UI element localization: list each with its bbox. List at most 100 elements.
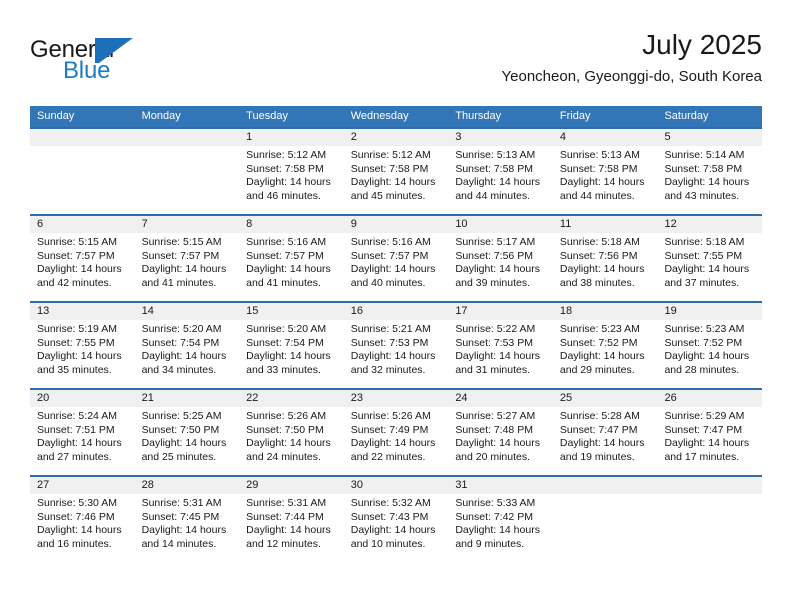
- day-cell[interactable]: 7 Sunrise: 5:15 AM Sunset: 7:57 PM Dayli…: [134, 216, 240, 301]
- sunrise-text: Sunrise: 5:32 AM: [350, 497, 431, 509]
- day-cell[interactable]: [657, 477, 763, 562]
- day-number: 13: [30, 303, 135, 320]
- daylight-text: Daylight: 14 hours and 34 minutes.: [141, 350, 227, 376]
- day-details: Sunrise: 5:15 AM Sunset: 7:57 PM Dayligh…: [30, 233, 135, 290]
- day-cell[interactable]: 21 Sunrise: 5:25 AM Sunset: 7:50 PM Dayl…: [134, 390, 240, 475]
- sunset-text: Sunset: 7:47 PM: [559, 423, 638, 436]
- day-cell[interactable]: 20 Sunrise: 5:24 AM Sunset: 7:51 PM Dayl…: [30, 390, 135, 475]
- sunset-text: Sunset: 7:54 PM: [246, 336, 324, 349]
- day-details: Sunrise: 5:31 AM Sunset: 7:45 PM Dayligh…: [135, 494, 240, 551]
- day-cell[interactable]: 2 Sunrise: 5:12 AM Sunset: 7:58 PM Dayli…: [343, 129, 449, 214]
- day-number: 17: [448, 303, 553, 320]
- daylight-text: Daylight: 14 hours and 19 minutes.: [559, 437, 645, 463]
- day-details: Sunrise: 5:33 AM Sunset: 7:42 PM Dayligh…: [448, 494, 553, 551]
- day-details: Sunrise: 5:16 AM Sunset: 7:57 PM Dayligh…: [344, 233, 449, 290]
- week-row: 13 Sunrise: 5:19 AM Sunset: 7:55 PM Dayl…: [30, 301, 763, 388]
- sunrise-text: Sunrise: 5:12 AM: [246, 149, 327, 161]
- daylight-text: Daylight: 14 hours and 29 minutes.: [559, 350, 645, 376]
- brand-logo[interactable]: General Blue: [30, 36, 210, 92]
- sunset-text: Sunset: 7:58 PM: [350, 162, 429, 175]
- day-cell[interactable]: 31 Sunrise: 5:33 AM Sunset: 7:42 PM Dayl…: [448, 477, 553, 562]
- daylight-text: Daylight: 14 hours and 39 minutes.: [455, 263, 540, 289]
- day-cell[interactable]: 18 Sunrise: 5:23 AM Sunset: 7:52 PM Dayl…: [552, 303, 658, 388]
- day-cell[interactable]: 16 Sunrise: 5:21 AM Sunset: 7:53 PM Dayl…: [343, 303, 449, 388]
- day-cell[interactable]: 9 Sunrise: 5:16 AM Sunset: 7:57 PM Dayli…: [343, 216, 449, 301]
- day-details: Sunrise: 5:25 AM Sunset: 7:50 PM Dayligh…: [135, 407, 240, 464]
- weekday-header-row: Sunday Monday Tuesday Wednesday Thursday…: [30, 106, 762, 127]
- day-cell[interactable]: 26 Sunrise: 5:29 AM Sunset: 7:47 PM Dayl…: [657, 390, 763, 475]
- daylight-text: Daylight: 14 hours and 25 minutes.: [141, 437, 227, 463]
- day-cell[interactable]: 15 Sunrise: 5:20 AM Sunset: 7:54 PM Dayl…: [239, 303, 344, 388]
- day-number: 30: [343, 477, 449, 494]
- day-details: Sunrise: 5:22 AM Sunset: 7:53 PM Dayligh…: [448, 320, 553, 377]
- day-details: [553, 494, 658, 497]
- day-cell[interactable]: 17 Sunrise: 5:22 AM Sunset: 7:53 PM Dayl…: [448, 303, 553, 388]
- sunrise-text: Sunrise: 5:26 AM: [246, 410, 327, 422]
- day-cell[interactable]: 23 Sunrise: 5:26 AM Sunset: 7:49 PM Dayl…: [343, 390, 449, 475]
- daylight-text: Daylight: 14 hours and 38 minutes.: [559, 263, 645, 289]
- day-details: Sunrise: 5:14 AM Sunset: 7:58 PM Dayligh…: [657, 146, 762, 203]
- day-cell[interactable]: [552, 477, 658, 562]
- day-cell[interactable]: 8 Sunrise: 5:16 AM Sunset: 7:57 PM Dayli…: [239, 216, 344, 301]
- day-cell[interactable]: 5 Sunrise: 5:14 AM Sunset: 7:58 PM Dayli…: [657, 129, 763, 214]
- sunrise-text: Sunrise: 5:15 AM: [37, 236, 117, 248]
- daylight-text: Daylight: 14 hours and 24 minutes.: [246, 437, 331, 463]
- sunrise-text: Sunrise: 5:22 AM: [455, 323, 536, 335]
- day-cell[interactable]: 1 Sunrise: 5:12 AM Sunset: 7:58 PM Dayli…: [239, 129, 344, 214]
- day-cell[interactable]: 25 Sunrise: 5:28 AM Sunset: 7:47 PM Dayl…: [552, 390, 658, 475]
- day-number: 23: [343, 390, 449, 407]
- day-cell[interactable]: [30, 129, 135, 214]
- daylight-text: Daylight: 14 hours and 41 minutes.: [246, 263, 331, 289]
- day-cell[interactable]: 11 Sunrise: 5:18 AM Sunset: 7:56 PM Dayl…: [552, 216, 658, 301]
- day-cell[interactable]: 24 Sunrise: 5:27 AM Sunset: 7:48 PM Dayl…: [448, 390, 553, 475]
- sunrise-text: Sunrise: 5:18 AM: [559, 236, 640, 248]
- sunrise-text: Sunrise: 5:33 AM: [455, 497, 536, 509]
- sunrise-text: Sunrise: 5:23 AM: [559, 323, 640, 335]
- sunrise-text: Sunrise: 5:12 AM: [350, 149, 431, 161]
- weekday-header-saturday: Saturday: [664, 110, 709, 122]
- weekday-header-monday: Monday: [141, 110, 181, 122]
- day-details: Sunrise: 5:16 AM Sunset: 7:57 PM Dayligh…: [239, 233, 344, 290]
- sunset-text: Sunset: 7:48 PM: [455, 423, 533, 436]
- sunset-text: Sunset: 7:55 PM: [37, 336, 115, 349]
- sunset-text: Sunset: 7:52 PM: [559, 336, 638, 349]
- sunrise-text: Sunrise: 5:27 AM: [455, 410, 536, 422]
- day-details: Sunrise: 5:31 AM Sunset: 7:44 PM Dayligh…: [239, 494, 344, 551]
- sunset-text: Sunset: 7:43 PM: [350, 510, 429, 523]
- day-cell[interactable]: 10 Sunrise: 5:17 AM Sunset: 7:56 PM Dayl…: [448, 216, 553, 301]
- day-cell[interactable]: 13 Sunrise: 5:19 AM Sunset: 7:55 PM Dayl…: [30, 303, 135, 388]
- day-cell[interactable]: 27 Sunrise: 5:30 AM Sunset: 7:46 PM Dayl…: [30, 477, 135, 562]
- daylight-text: Daylight: 14 hours and 37 minutes.: [664, 263, 750, 289]
- day-number: [134, 129, 240, 146]
- day-cell[interactable]: 4 Sunrise: 5:13 AM Sunset: 7:58 PM Dayli…: [552, 129, 658, 214]
- day-cell[interactable]: [134, 129, 240, 214]
- weekday-header-sunday: Sunday: [37, 110, 75, 122]
- day-cell[interactable]: 29 Sunrise: 5:31 AM Sunset: 7:44 PM Dayl…: [239, 477, 344, 562]
- day-details: [30, 146, 135, 149]
- day-number: 5: [657, 129, 763, 146]
- sunrise-text: Sunrise: 5:30 AM: [37, 497, 117, 509]
- sunset-text: Sunset: 7:56 PM: [559, 249, 638, 262]
- daylight-text: Daylight: 14 hours and 17 minutes.: [664, 437, 750, 463]
- sunrise-text: Sunrise: 5:15 AM: [141, 236, 222, 248]
- sunset-text: Sunset: 7:58 PM: [664, 162, 743, 175]
- day-cell[interactable]: 28 Sunrise: 5:31 AM Sunset: 7:45 PM Dayl…: [134, 477, 240, 562]
- day-number: 10: [448, 216, 553, 233]
- day-details: Sunrise: 5:23 AM Sunset: 7:52 PM Dayligh…: [553, 320, 658, 377]
- daylight-text: Daylight: 14 hours and 43 minutes.: [664, 176, 750, 202]
- sunset-text: Sunset: 7:50 PM: [141, 423, 220, 436]
- sunset-text: Sunset: 7:56 PM: [455, 249, 533, 262]
- day-cell[interactable]: 19 Sunrise: 5:23 AM Sunset: 7:52 PM Dayl…: [657, 303, 763, 388]
- sunrise-text: Sunrise: 5:28 AM: [559, 410, 640, 422]
- day-cell[interactable]: 22 Sunrise: 5:26 AM Sunset: 7:50 PM Dayl…: [239, 390, 344, 475]
- day-cell[interactable]: 12 Sunrise: 5:18 AM Sunset: 7:55 PM Dayl…: [657, 216, 763, 301]
- day-cell[interactable]: 3 Sunrise: 5:13 AM Sunset: 7:58 PM Dayli…: [448, 129, 553, 214]
- weekday-header-thursday: Thursday: [455, 110, 502, 122]
- day-details: Sunrise: 5:20 AM Sunset: 7:54 PM Dayligh…: [239, 320, 344, 377]
- day-cell[interactable]: 6 Sunrise: 5:15 AM Sunset: 7:57 PM Dayli…: [30, 216, 135, 301]
- day-cell[interactable]: 14 Sunrise: 5:20 AM Sunset: 7:54 PM Dayl…: [134, 303, 240, 388]
- sunset-text: Sunset: 7:51 PM: [37, 423, 115, 436]
- daylight-text: Daylight: 14 hours and 44 minutes.: [559, 176, 645, 202]
- sunrise-text: Sunrise: 5:14 AM: [664, 149, 745, 161]
- day-cell[interactable]: 30 Sunrise: 5:32 AM Sunset: 7:43 PM Dayl…: [343, 477, 449, 562]
